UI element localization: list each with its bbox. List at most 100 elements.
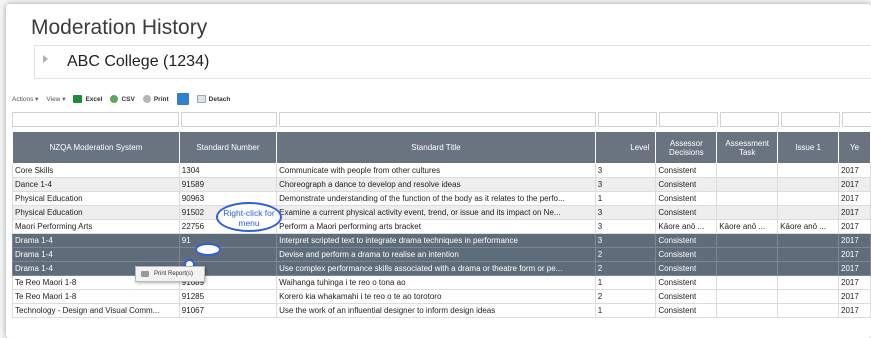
table-cell (777, 177, 840, 192)
table-row[interactable]: Te Reo Maori 1-8 91285 Korero kia whakamah… (12, 289, 871, 304)
table-cell: 91067 (178, 303, 278, 318)
table-cell: 3 (594, 233, 657, 248)
table-cell (777, 163, 840, 178)
filter-input-standard-number[interactable] (181, 112, 277, 127)
filter-input-level[interactable] (598, 112, 657, 127)
table-cell: 2017 (838, 275, 871, 290)
table-row[interactable]: Maori Performing Arts 22756 Perform a Maor… (12, 219, 871, 234)
table-cell (777, 247, 840, 262)
college-name: ABC College (1234) (67, 53, 210, 70)
table-cell (777, 191, 840, 206)
table-cell: 1 (594, 275, 657, 290)
table-cell: Devise and perform a drama to realise an… (276, 247, 596, 262)
table-row[interactable]: Drama 1-4 Devise and perform a drama to r… (12, 247, 871, 262)
table-cell: Communicate with people from other cultu… (276, 163, 596, 178)
context-menu-item-print-reports[interactable]: Print Report(s) (154, 271, 193, 277)
table-cell (777, 261, 840, 276)
table-cell: 2017 (838, 219, 871, 234)
table-cell: Consistent (655, 303, 718, 318)
table-cell: 2017 (838, 191, 871, 206)
table-cell (716, 247, 779, 262)
table-cell: Physical Education (12, 191, 180, 206)
table-cell: Kāore anō ... (716, 219, 779, 234)
column-header[interactable]: Standard Number (178, 131, 278, 164)
filter-input-standard-title[interactable] (279, 112, 596, 127)
filter-input-assessment-task[interactable] (720, 112, 779, 127)
table-cell (777, 303, 840, 318)
expand-triangle-icon[interactable] (43, 55, 48, 63)
actions-menu[interactable]: Actions ▾ (12, 95, 38, 104)
table-cell: Consistent (655, 177, 718, 192)
table-cell: Physical Education (12, 205, 180, 220)
filter-input-issue[interactable] (781, 112, 840, 127)
column-header[interactable]: Assessor Decisions (655, 131, 718, 164)
table-cell: 2017 (838, 163, 871, 178)
table-cell: Waihanga tuhinga i te reo o tona ao (276, 275, 596, 290)
table-cell: Kāore anō ... (655, 219, 718, 234)
page-title: Moderation History (31, 16, 208, 39)
table-row[interactable]: Drama 1-4 91 Interpret scripted text to in… (12, 233, 871, 248)
filter-input-system[interactable] (12, 112, 179, 127)
table-cell: Core Skills (12, 163, 180, 178)
table-row[interactable]: Physical Education 91502 Examine a current… (12, 205, 871, 220)
csv-button[interactable]: CSV (110, 95, 135, 103)
table-cell: Te Reo Maori 1-8 (12, 289, 180, 304)
context-menu[interactable]: Print Report(s) (135, 266, 205, 282)
table-row[interactable]: Dance 1-4 91589 Choreograph a dance to dev… (12, 177, 871, 192)
excel-icon (73, 95, 83, 103)
view-menu[interactable]: View ▾ (46, 95, 65, 104)
table-cell (777, 205, 840, 220)
detach-button[interactable]: Detach (196, 95, 230, 103)
column-header[interactable]: Level (594, 131, 657, 164)
table-cell: Consistent (655, 205, 718, 220)
filter-input-year[interactable] (842, 112, 871, 127)
column-header[interactable]: Assessment Task (716, 131, 779, 164)
table-cell (716, 275, 779, 290)
table-cell: 1 (594, 191, 657, 206)
table-cell: 91589 (178, 177, 278, 192)
table-cell: Consistent (655, 289, 718, 304)
table-cell (716, 289, 779, 304)
table-cell: 3 (594, 219, 657, 234)
table-cell: Dance 1-4 (12, 177, 180, 192)
csv-icon (110, 95, 119, 103)
filter-input-assessor-decisions[interactable] (659, 112, 718, 127)
column-header[interactable]: NZQA Moderation System (12, 131, 180, 164)
table-cell (716, 163, 779, 178)
right-click-callout: Right-click for menu (216, 202, 282, 232)
table-cell: 1 (594, 303, 657, 318)
table-cell: 3 (594, 177, 657, 192)
filter-icon[interactable] (176, 93, 189, 105)
table-cell: Consistent (655, 247, 718, 262)
table-cell: Consistent (655, 163, 718, 178)
table-cell (777, 289, 840, 304)
printer-icon (142, 95, 151, 103)
table-cell (716, 177, 779, 192)
column-header[interactable]: Standard Title (276, 131, 596, 164)
table-cell: 2 (594, 261, 657, 276)
excel-button[interactable]: Excel (73, 95, 102, 103)
table-cell: Kāore anō ... (777, 219, 840, 234)
table-cell: 2017 (838, 289, 871, 304)
table-cell: Drama 1-4 (12, 233, 180, 248)
table-cell: 2017 (838, 247, 871, 262)
print-button[interactable]: Print (142, 95, 169, 103)
detach-icon (196, 95, 206, 103)
table-row[interactable]: Technology - Design and Visual Comm... 91… (12, 303, 871, 318)
table-row[interactable]: Core Skills 1304 Communicate with people f… (12, 163, 871, 178)
table-cell (178, 247, 278, 262)
column-header[interactable]: Issue 1 (777, 131, 840, 164)
column-header[interactable]: Ye (838, 131, 871, 164)
table-row[interactable]: Physical Education 90963 Demonstrate under… (12, 191, 871, 206)
table-cell (716, 205, 779, 220)
table-cell (777, 275, 840, 290)
college-row[interactable]: ABC College (1234) (34, 45, 871, 79)
table-cell: 3 (594, 163, 657, 178)
table-cell (716, 303, 779, 318)
table-cell: 91285 (178, 289, 278, 304)
printer-icon (141, 271, 149, 277)
table-cell: Perform a Maori performing arts bracket (276, 219, 596, 234)
table-cell: 2017 (838, 177, 871, 192)
table-cell: Use the work of an influential designer … (276, 303, 596, 318)
callout-pointer-oval (195, 243, 221, 256)
